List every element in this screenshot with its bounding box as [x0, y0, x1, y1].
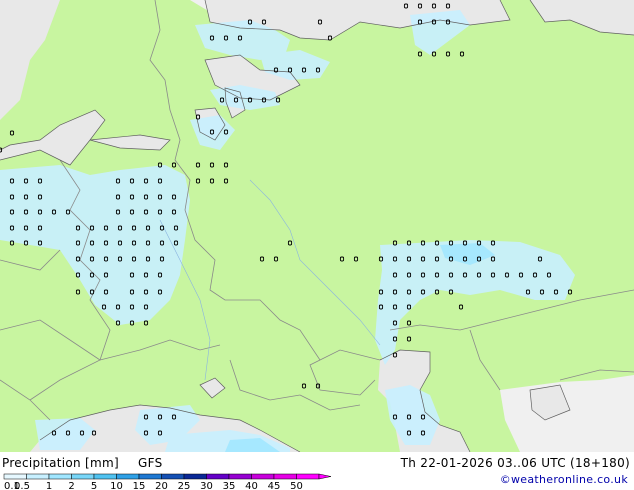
- legend-swatch: [71, 473, 95, 480]
- model-name: GFS: [138, 456, 163, 470]
- legend-swatch: [161, 473, 185, 480]
- legend-tick-label: 50: [290, 481, 303, 490]
- legend-swatch: [228, 473, 252, 480]
- legend-tick-label: 15: [133, 481, 146, 490]
- legend-swatch: [116, 473, 140, 480]
- legend-swatch: [48, 473, 72, 480]
- legend-swatch: [296, 473, 320, 480]
- legend-swatch: [273, 473, 297, 480]
- legend-tick-label: 30: [200, 481, 213, 490]
- legend-tick-label: 40: [245, 481, 258, 490]
- legend-swatch: [26, 473, 50, 480]
- credit-link[interactable]: ©weatheronline.co.uk: [500, 473, 628, 486]
- valid-time: Th 22-01-2026 03..06 UTC (18+180): [400, 456, 630, 470]
- legend-tick-label: 25: [178, 481, 191, 490]
- map-canvas: [0, 0, 634, 452]
- precip-legend: 0.10.5 1 2 5 10 15 20 25 30 35 40 45 50: [3, 473, 332, 490]
- legend-swatch: [138, 473, 162, 480]
- legend-swatch: [93, 473, 117, 480]
- precipitation-map: [0, 0, 634, 452]
- legend-swatch: [183, 473, 207, 480]
- legend-tick-label: 35: [223, 481, 236, 490]
- product-title: Precipitation [mm]: [2, 456, 119, 470]
- legend-tick-label: 20: [155, 481, 168, 490]
- legend-tick-label: 5: [91, 481, 97, 490]
- legend-tick-label: 0.5: [14, 481, 30, 490]
- legend-tick-label: 45: [268, 481, 281, 490]
- legend-tick-label: 10: [110, 481, 123, 490]
- legend-swatch: [3, 473, 27, 480]
- legend-arrow: [318, 473, 332, 480]
- legend-tick-label: 2: [68, 481, 74, 490]
- legend-tick-label: 1: [46, 481, 52, 490]
- legend-swatch: [251, 473, 275, 480]
- footer-bar: Precipitation [mm] GFS Th 22-01-2026 03.…: [0, 452, 634, 490]
- legend-swatch: [206, 473, 230, 480]
